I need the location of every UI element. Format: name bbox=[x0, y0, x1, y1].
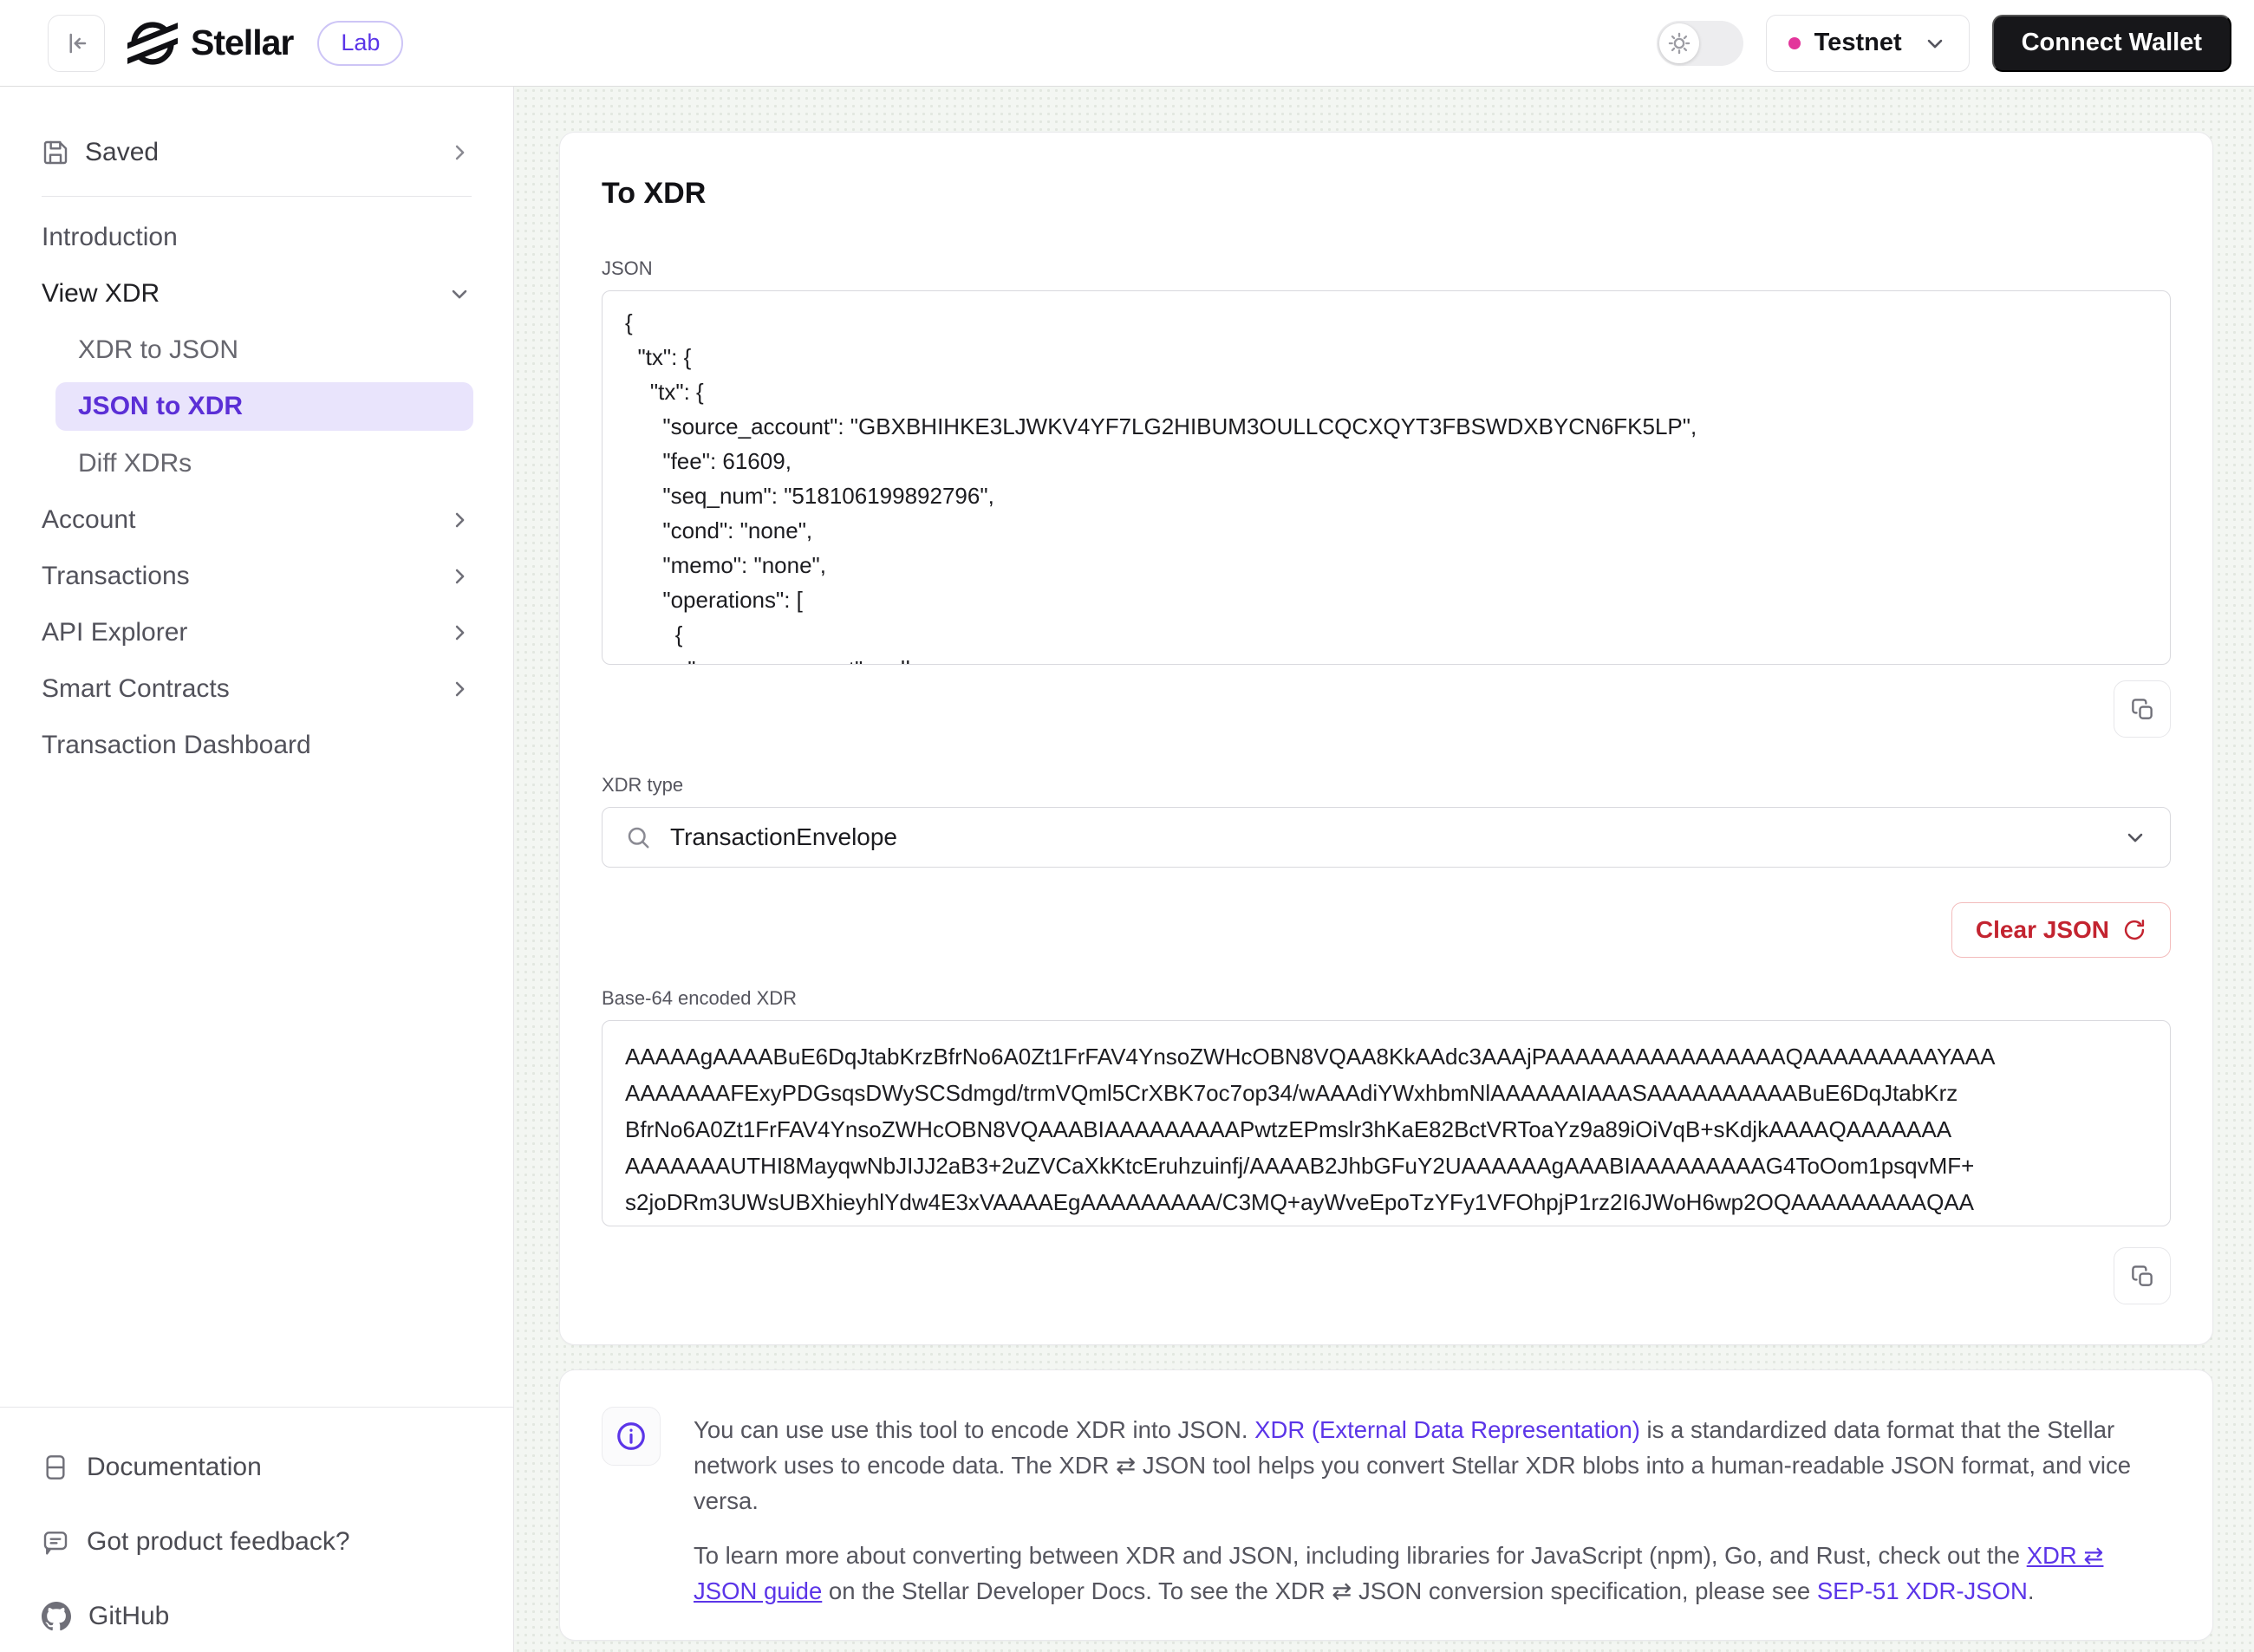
sidebar-link-feedback[interactable]: Got product feedback? bbox=[42, 1527, 472, 1557]
to-xdr-card: To XDR JSON { "tx": { "tx": { "source_ac… bbox=[559, 132, 2213, 1345]
sidebar-item-label: Diff XDRs bbox=[78, 449, 192, 478]
message-square-icon bbox=[42, 1528, 69, 1556]
sidebar-item-diff-xdrs[interactable]: Diff XDRs bbox=[0, 435, 513, 491]
copy-base64-button[interactable] bbox=[2114, 1247, 2171, 1304]
main-content: To XDR JSON { "tx": { "tx": { "source_ac… bbox=[514, 87, 2254, 1652]
stellar-logo-icon bbox=[127, 18, 178, 68]
info-icon bbox=[615, 1420, 648, 1453]
sidebar-item-transactions[interactable]: Transactions bbox=[0, 548, 513, 604]
sidebar-divider bbox=[42, 196, 472, 197]
sidebar-item-label: Introduction bbox=[42, 223, 178, 252]
sidebar-item-json-to-xdr[interactable]: JSON to XDR bbox=[55, 382, 473, 431]
lab-badge: Lab bbox=[317, 21, 403, 66]
sidebar-link-label: GitHub bbox=[88, 1602, 169, 1631]
network-selector[interactable]: Testnet bbox=[1766, 15, 1970, 72]
sidebar-link-label: Got product feedback? bbox=[87, 1527, 350, 1557]
sidebar-item-label: Smart Contracts bbox=[42, 674, 230, 704]
theme-toggle-knob bbox=[1659, 23, 1699, 63]
copy-icon bbox=[2129, 1263, 2155, 1289]
sun-icon bbox=[1667, 31, 1691, 55]
sidebar-link-label: Documentation bbox=[87, 1453, 262, 1482]
network-status-dot bbox=[1788, 37, 1801, 49]
chevron-down-icon bbox=[2123, 825, 2147, 849]
refresh-icon bbox=[2122, 918, 2147, 942]
sidebar-item-saved[interactable]: Saved bbox=[42, 125, 472, 180]
sidebar-item-label: Transaction Dashboard bbox=[42, 731, 311, 760]
xdr-type-select[interactable]: TransactionEnvelope bbox=[602, 807, 2171, 868]
sidebar-item-account[interactable]: Account bbox=[0, 491, 513, 548]
sidebar-item-label: View XDR bbox=[42, 279, 160, 309]
chevron-down-icon bbox=[1923, 31, 1947, 55]
info-paragraph-1: You can use use this tool to encode XDR … bbox=[694, 1412, 2171, 1519]
info-paragraph-2: To learn more about converting between X… bbox=[694, 1538, 2171, 1609]
base64-label: Base-64 encoded XDR bbox=[602, 989, 2171, 1008]
sidebar-item-smart-contracts[interactable]: Smart Contracts bbox=[0, 660, 513, 717]
network-name: Testnet bbox=[1814, 29, 1902, 57]
chevron-right-icon bbox=[447, 508, 472, 532]
clear-json-button[interactable]: Clear JSON bbox=[1951, 902, 2171, 958]
chevron-right-icon bbox=[447, 564, 472, 589]
info-icon-tile bbox=[602, 1407, 661, 1466]
sep-51-link[interactable]: SEP-51 XDR-JSON bbox=[1817, 1577, 2028, 1604]
connect-wallet-button[interactable]: Connect Wallet bbox=[1992, 15, 2231, 72]
chevron-down-icon bbox=[447, 282, 472, 306]
sidebar: Saved Introduction View XDR XDR to JSON … bbox=[0, 87, 514, 1652]
sidebar-item-introduction[interactable]: Introduction bbox=[0, 209, 513, 265]
xdr-representation-link[interactable]: XDR (External Data Representation) bbox=[1254, 1416, 1640, 1443]
sidebar-link-documentation[interactable]: Documentation bbox=[42, 1453, 472, 1482]
collapse-sidebar-button[interactable] bbox=[48, 15, 105, 72]
info-text-segment: To learn more about converting between X… bbox=[694, 1542, 2027, 1569]
sidebar-item-label: Transactions bbox=[42, 562, 190, 591]
save-icon bbox=[42, 139, 69, 166]
top-header: Stellar Lab Testnet Connect Wallet bbox=[0, 0, 2254, 87]
brand-name: Stellar bbox=[191, 23, 293, 63]
sidebar-item-transaction-dashboard[interactable]: Transaction Dashboard bbox=[0, 717, 513, 773]
panel-collapse-icon bbox=[63, 30, 89, 56]
clear-json-label: Clear JSON bbox=[1976, 916, 2109, 944]
chevron-right-icon bbox=[447, 140, 472, 165]
sidebar-footer: Documentation Got product feedback? bbox=[0, 1407, 513, 1652]
sidebar-item-label: Saved bbox=[85, 138, 159, 167]
search-icon bbox=[625, 824, 651, 850]
sidebar-item-view-xdr[interactable]: View XDR bbox=[0, 265, 513, 322]
sidebar-item-label: JSON to XDR bbox=[78, 392, 243, 421]
sidebar-item-api-explorer[interactable]: API Explorer bbox=[0, 604, 513, 660]
info-text: You can use use this tool to encode XDR … bbox=[694, 1393, 2171, 1609]
sidebar-item-xdr-to-json[interactable]: XDR to JSON bbox=[0, 322, 513, 378]
json-label: JSON bbox=[602, 259, 2171, 278]
theme-toggle[interactable] bbox=[1657, 21, 1743, 66]
copy-json-button[interactable] bbox=[2114, 680, 2171, 738]
sidebar-item-label: Account bbox=[42, 505, 135, 535]
sidebar-item-label: API Explorer bbox=[42, 618, 187, 647]
base64-output[interactable]: AAAAAgAAAABuE6DqJtabKrzBfrNo6A0Zt1FrFAV4… bbox=[602, 1020, 2171, 1226]
chevron-right-icon bbox=[447, 677, 472, 701]
chevron-right-icon bbox=[447, 621, 472, 645]
info-text-segment: You can use use this tool to encode XDR … bbox=[694, 1416, 1254, 1443]
book-icon bbox=[42, 1454, 69, 1481]
sidebar-item-label: XDR to JSON bbox=[78, 335, 238, 365]
page-title: To XDR bbox=[602, 176, 2171, 211]
xdr-type-label: XDR type bbox=[602, 776, 2171, 795]
brand[interactable]: Stellar bbox=[127, 18, 293, 68]
info-text-segment: on the Stellar Developer Docs. To see th… bbox=[822, 1577, 1817, 1604]
sidebar-link-github[interactable]: GitHub bbox=[42, 1602, 472, 1631]
info-card: You can use use this tool to encode XDR … bbox=[559, 1369, 2213, 1641]
xdr-type-value: TransactionEnvelope bbox=[670, 823, 897, 851]
github-icon bbox=[42, 1602, 71, 1631]
json-input[interactable]: { "tx": { "tx": { "source_account": "GBX… bbox=[602, 290, 2171, 665]
info-text-segment: . bbox=[2028, 1577, 2035, 1604]
stellar-lab-app: Stellar Lab Testnet Connect Wallet bbox=[0, 0, 2254, 1652]
copy-icon bbox=[2129, 696, 2155, 722]
